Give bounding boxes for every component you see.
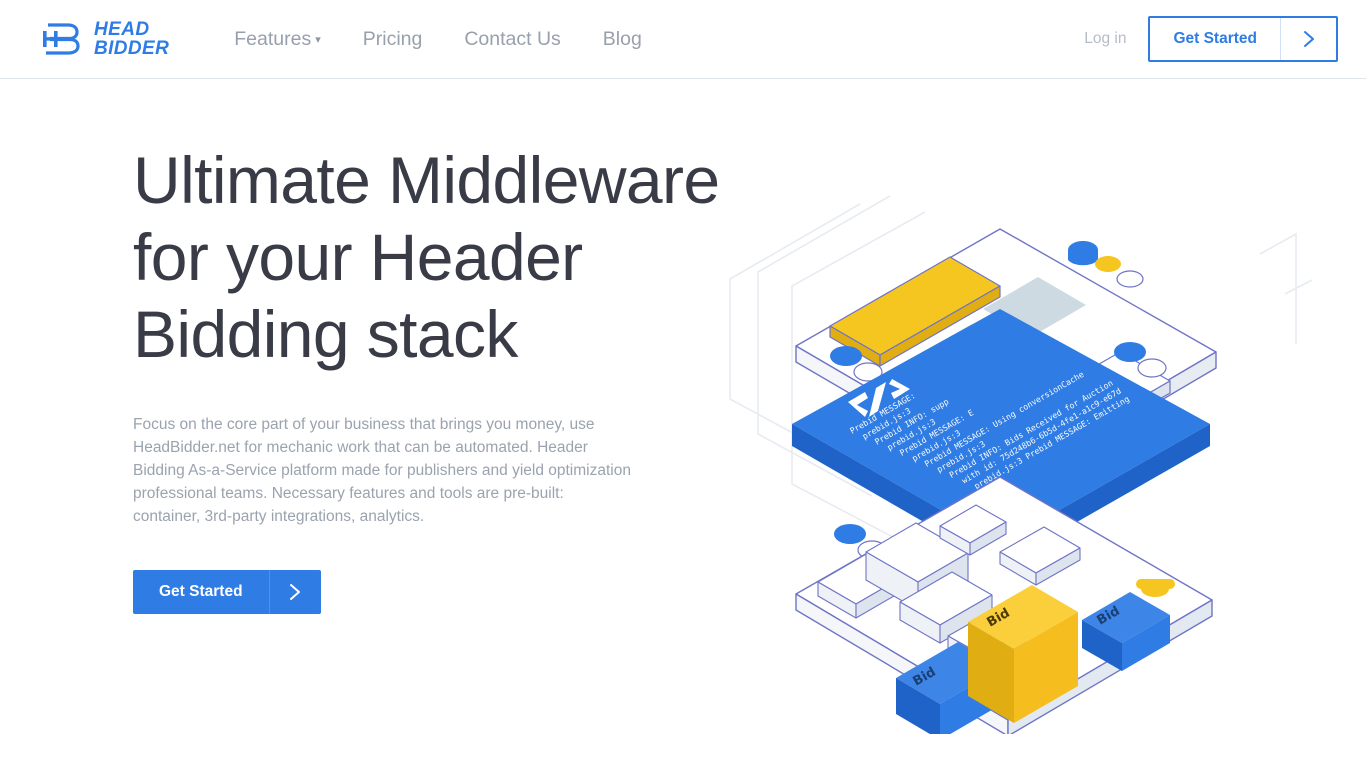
header-actions: Log in Get Started xyxy=(1062,16,1338,62)
hero-get-started-label: Get Started xyxy=(159,583,243,600)
page-title: Ultimate Middleware for your Header Bidd… xyxy=(133,143,720,371)
login-link[interactable]: Log in xyxy=(1062,30,1148,48)
logo-word-line1: HEAD xyxy=(94,19,150,40)
header-get-started-label: Get Started xyxy=(1173,30,1257,47)
nav-item-blog[interactable]: Blog xyxy=(582,24,663,54)
partner-logo-strip: Google Ads Manager xyxy=(0,747,1366,768)
logo-mark-icon xyxy=(43,23,80,55)
header-get-started-button[interactable]: Get Started xyxy=(1148,16,1338,62)
hero-copy: Ultimate Middleware for your Header Bidd… xyxy=(133,142,753,614)
logo-word-line2: BIDDER xyxy=(94,38,170,59)
chevron-right-icon xyxy=(268,570,321,614)
hero-illustration: Prebid MESSAGE: prebid.js:3 Prebid INFO:… xyxy=(729,195,1313,734)
chevron-right-icon xyxy=(1280,18,1336,60)
hero-section: Ultimate Middleware for your Header Bidd… xyxy=(0,79,1366,768)
hero-paragraph: Focus on the core part of your business … xyxy=(133,416,631,525)
illustration-base-layer: Bid Bid Bid xyxy=(795,476,1213,734)
site-header: HEAD BIDDER Features ▾ Pricing Contact Us… xyxy=(0,0,1366,79)
hero-get-started-button[interactable]: Get Started xyxy=(133,570,321,614)
chevron-down-icon: ▾ xyxy=(315,33,321,46)
nav-item-features[interactable]: Features ▾ xyxy=(213,24,341,55)
nav-item-contact-us[interactable]: Contact Us xyxy=(443,24,581,54)
nav-item-pricing[interactable]: Pricing xyxy=(342,24,444,54)
logo-link[interactable]: HEAD BIDDER xyxy=(40,19,169,59)
logo-wordmark: HEAD BIDDER xyxy=(94,20,169,58)
nav-label-features: Features xyxy=(234,27,312,50)
main-navigation: Features ▾ Pricing Contact Us Blog xyxy=(213,24,663,55)
